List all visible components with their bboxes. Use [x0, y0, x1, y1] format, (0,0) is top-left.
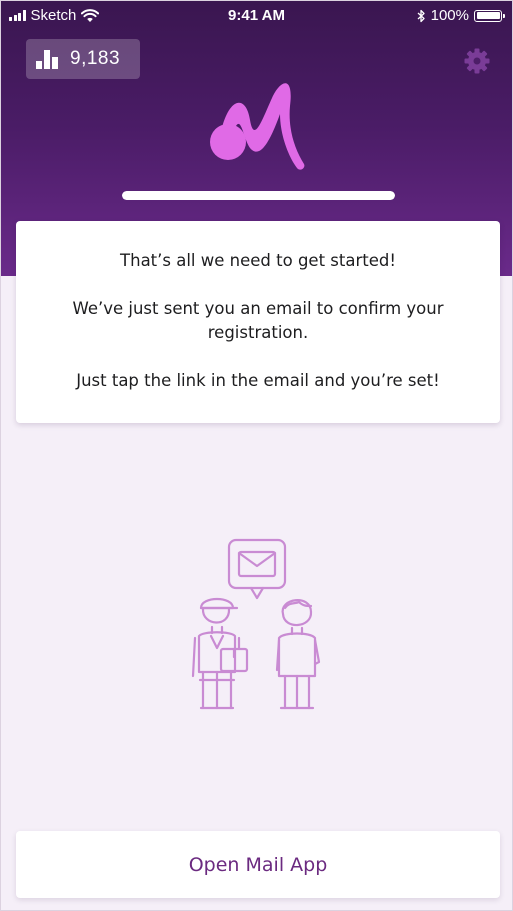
- info-card: That’s all we need to get started! We’ve…: [16, 221, 500, 423]
- progress-bar: [122, 191, 395, 200]
- customer-figure: [275, 599, 321, 710]
- mail-delivery-illustration: [191, 538, 321, 710]
- app-logo: [210, 83, 305, 170]
- card-line-email-sent: We’ve just sent you an email to confirm …: [72, 299, 444, 342]
- card-line-tap-link: Just tap the link in the email and you’r…: [76, 371, 440, 390]
- courier-figure: [191, 597, 249, 710]
- progress-fill: [122, 191, 395, 200]
- gear-icon: [464, 48, 490, 74]
- screen: Sketch 9:41 AM 100% 9,183 That’s all we …: [0, 0, 513, 911]
- settings-button[interactable]: [459, 45, 495, 77]
- card-line-started: That’s all we need to get started!: [120, 251, 396, 270]
- status-right: 100%: [417, 7, 505, 24]
- bluetooth-icon: [417, 9, 425, 22]
- battery-icon: [474, 9, 505, 22]
- open-mail-app-button[interactable]: Open Mail App: [16, 831, 500, 898]
- envelope-icon: [227, 538, 287, 600]
- score-value: 9,183: [70, 48, 121, 69]
- score-badge[interactable]: 9,183: [26, 39, 140, 79]
- status-bar: Sketch 9:41 AM 100%: [1, 1, 512, 33]
- battery-percent: 100%: [430, 7, 469, 24]
- bar-chart-icon: [36, 49, 58, 69]
